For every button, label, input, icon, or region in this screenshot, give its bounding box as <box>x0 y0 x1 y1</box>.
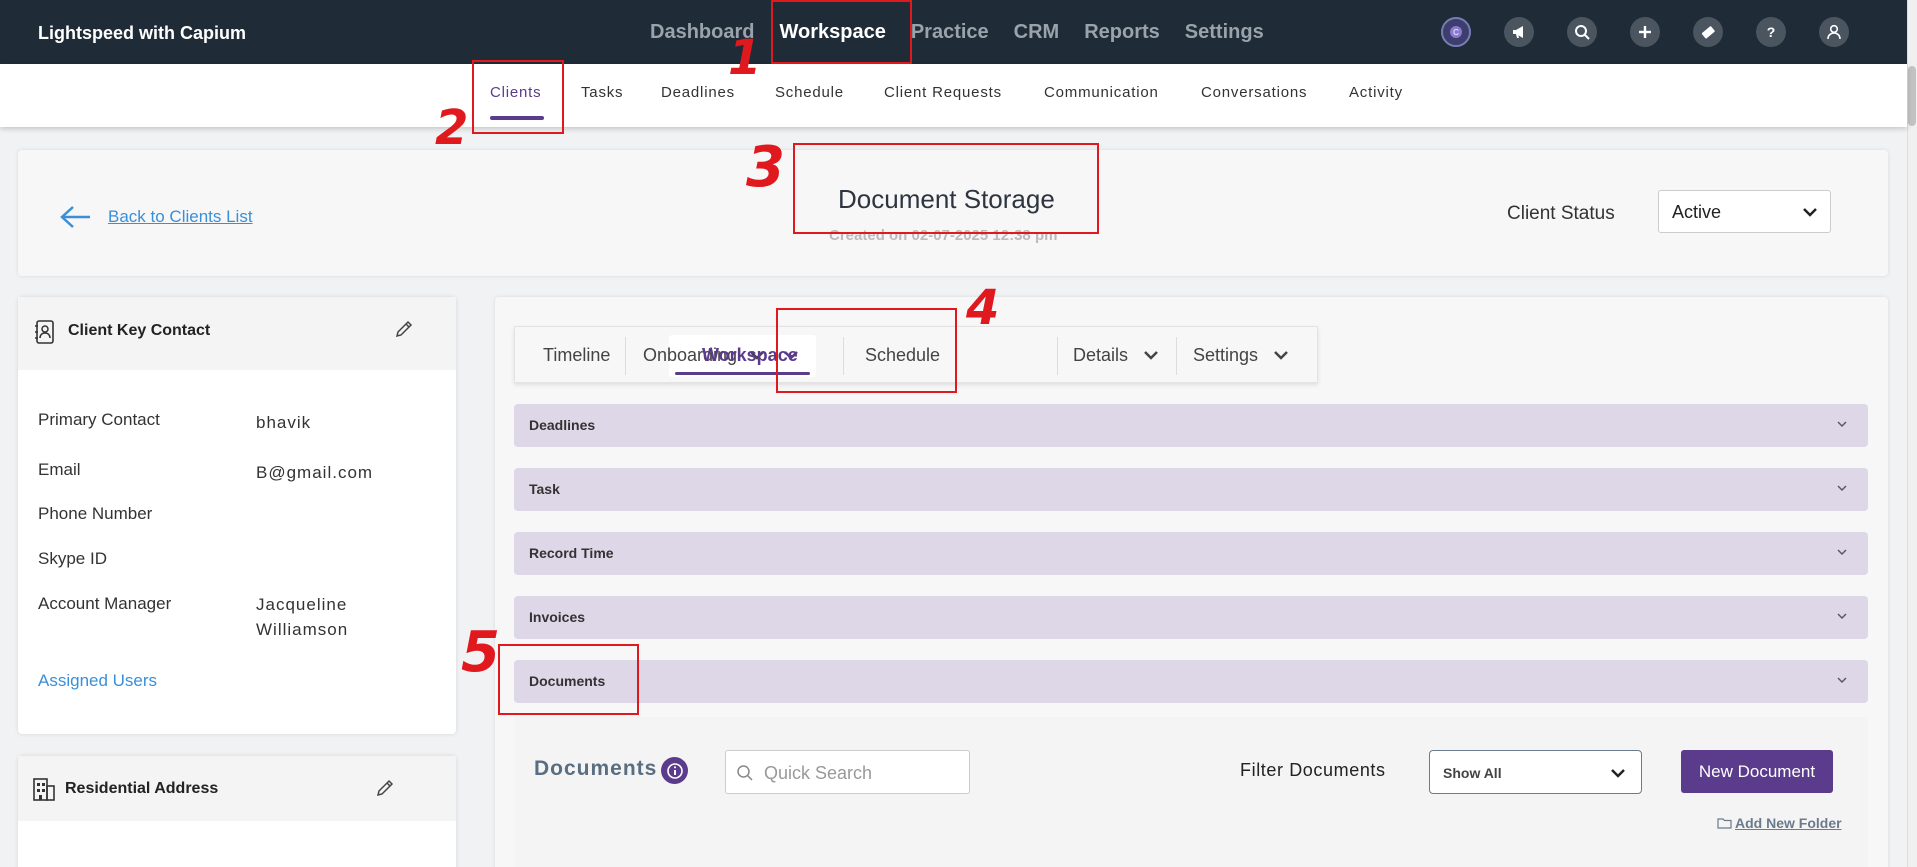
client-key-contact-card: Client Key Contact Primary Contact bhavi… <box>18 297 456 734</box>
accordion-documents[interactable]: Documents <box>514 660 1868 703</box>
tab-settings[interactable]: Settings <box>1193 345 1258 366</box>
card-title: Client Key Contact <box>68 322 211 339</box>
email-label: Email <box>38 460 81 479</box>
megaphone-icon[interactable] <box>1504 17 1534 47</box>
subnav-deadlines[interactable]: Deadlines <box>661 84 735 101</box>
annotation-box-5 <box>498 644 639 715</box>
plus-icon[interactable] <box>1630 17 1660 47</box>
user-icon[interactable] <box>1819 17 1849 47</box>
chevron-down-icon[interactable] <box>1273 349 1289 361</box>
account-manager-label: Account Manager <box>38 594 172 613</box>
back-to-clients-link[interactable]: Back to Clients List <box>108 207 253 227</box>
subnav-communication[interactable]: Communication <box>1044 84 1159 101</box>
add-new-folder-label: Add New Folder <box>1735 815 1842 831</box>
app-logo-icon[interactable]: C <box>1441 17 1471 47</box>
chevron-down-icon <box>1837 549 1847 555</box>
annotation-number-4: 4 <box>966 280 1000 336</box>
edit-pencil-icon[interactable] <box>375 778 395 798</box>
documents-heading: Documents <box>534 757 658 780</box>
nav-settings[interactable]: Settings <box>1185 21 1264 44</box>
search-placeholder: Quick Search <box>764 763 873 783</box>
edit-pencil-icon[interactable] <box>394 319 414 339</box>
annotation-number-1: 1 <box>728 30 762 86</box>
accordion-invoices[interactable]: Invoices <box>514 596 1868 639</box>
assigned-users-link[interactable]: Assigned Users <box>38 671 157 691</box>
chevron-down-icon <box>1837 485 1847 491</box>
tab-divider <box>1176 337 1177 375</box>
tab-details[interactable]: Details <box>1073 345 1128 366</box>
subnav-tasks[interactable]: Tasks <box>581 84 623 101</box>
top-icons: C ? <box>1408 17 1849 47</box>
info-icon[interactable] <box>661 757 688 784</box>
accordion-label: Task <box>529 481 560 497</box>
back-arrow-icon[interactable] <box>60 205 92 234</box>
chevron-down-icon <box>1837 677 1847 683</box>
page-scrollbar[interactable] <box>1907 0 1917 867</box>
contact-book-icon <box>35 320 54 344</box>
new-document-button[interactable]: New Document <box>1681 750 1833 793</box>
filter-documents-label: Filter Documents <box>1240 760 1386 780</box>
subnav-conversations[interactable]: Conversations <box>1201 84 1307 101</box>
annotation-box-4 <box>776 308 957 393</box>
search-icon <box>737 765 753 781</box>
annotation-number-3: 3 <box>746 135 785 200</box>
svg-text:?: ? <box>1767 24 1776 40</box>
account-manager-value-line1: Jacqueline <box>256 595 348 614</box>
client-status-value: Active <box>1672 202 1722 222</box>
phone-number-label: Phone Number <box>38 504 153 523</box>
tab-divider <box>1057 337 1058 375</box>
annotation-box-3 <box>793 143 1099 234</box>
email-value: B@gmail.com <box>256 463 374 482</box>
tab-timeline[interactable]: Timeline <box>543 345 610 366</box>
documents-panel <box>514 717 1868 867</box>
chevron-down-icon <box>1837 421 1847 427</box>
tab-divider <box>625 337 626 375</box>
search-icon[interactable] <box>1567 17 1597 47</box>
subnav-client-requests[interactable]: Client Requests <box>884 84 1002 101</box>
annotation-box-1 <box>771 0 912 64</box>
nav-crm[interactable]: CRM <box>1014 21 1060 44</box>
accordion-label: Deadlines <box>529 417 596 433</box>
subnav-schedule[interactable]: Schedule <box>775 84 844 101</box>
chevron-down-icon <box>1837 613 1847 619</box>
quick-search-input[interactable]: Quick Search <box>725 750 970 794</box>
client-status-label: Client Status <box>1507 203 1615 224</box>
nav-reports[interactable]: Reports <box>1084 21 1160 44</box>
client-status-select[interactable]: Active <box>1658 190 1831 233</box>
accordion-task[interactable]: Task <box>514 468 1868 511</box>
top-navbar: Lightspeed with Capium Dashboard Workspa… <box>0 0 1907 64</box>
accordion-deadlines[interactable]: Deadlines <box>514 404 1868 447</box>
help-icon[interactable]: ? <box>1756 17 1786 47</box>
add-new-folder-link[interactable]: Add New Folder <box>1717 815 1842 831</box>
filter-documents-select[interactable]: Show All <box>1429 750 1642 794</box>
brand-name[interactable]: Lightspeed with Capium <box>38 23 246 44</box>
annotation-number-2: 2 <box>435 100 469 156</box>
accordion-label: Invoices <box>529 609 586 625</box>
primary-contact-value: bhavik <box>256 413 312 432</box>
accordion-label: Record Time <box>529 545 614 561</box>
svg-text:C: C <box>1453 28 1459 37</box>
annotation-box-2 <box>472 60 564 134</box>
subnav-activity[interactable]: Activity <box>1349 84 1403 101</box>
accordion-record-time[interactable]: Record Time <box>514 532 1868 575</box>
annotation-number-5: 5 <box>461 620 500 685</box>
chevron-down-icon[interactable] <box>1143 349 1159 361</box>
sub-navbar: Clients Tasks Deadlines Schedule Client … <box>0 64 1907 127</box>
building-icon <box>33 778 55 801</box>
skype-id-label: Skype ID <box>38 549 107 568</box>
residential-address-card: Residential Address <box>18 756 456 867</box>
folder-icon <box>1717 818 1732 829</box>
page-scrollbar-thumb[interactable] <box>1908 66 1916 126</box>
nav-practice[interactable]: Practice <box>911 21 989 44</box>
ticket-icon[interactable] <box>1693 17 1723 47</box>
chevron-down-icon <box>1611 769 1625 778</box>
filter-value: Show All <box>1443 765 1502 781</box>
primary-contact-label: Primary Contact <box>38 410 160 429</box>
account-manager-value-line2: Williamson <box>256 620 349 639</box>
chevron-down-icon <box>1803 208 1817 217</box>
card-title: Residential Address <box>65 780 219 797</box>
